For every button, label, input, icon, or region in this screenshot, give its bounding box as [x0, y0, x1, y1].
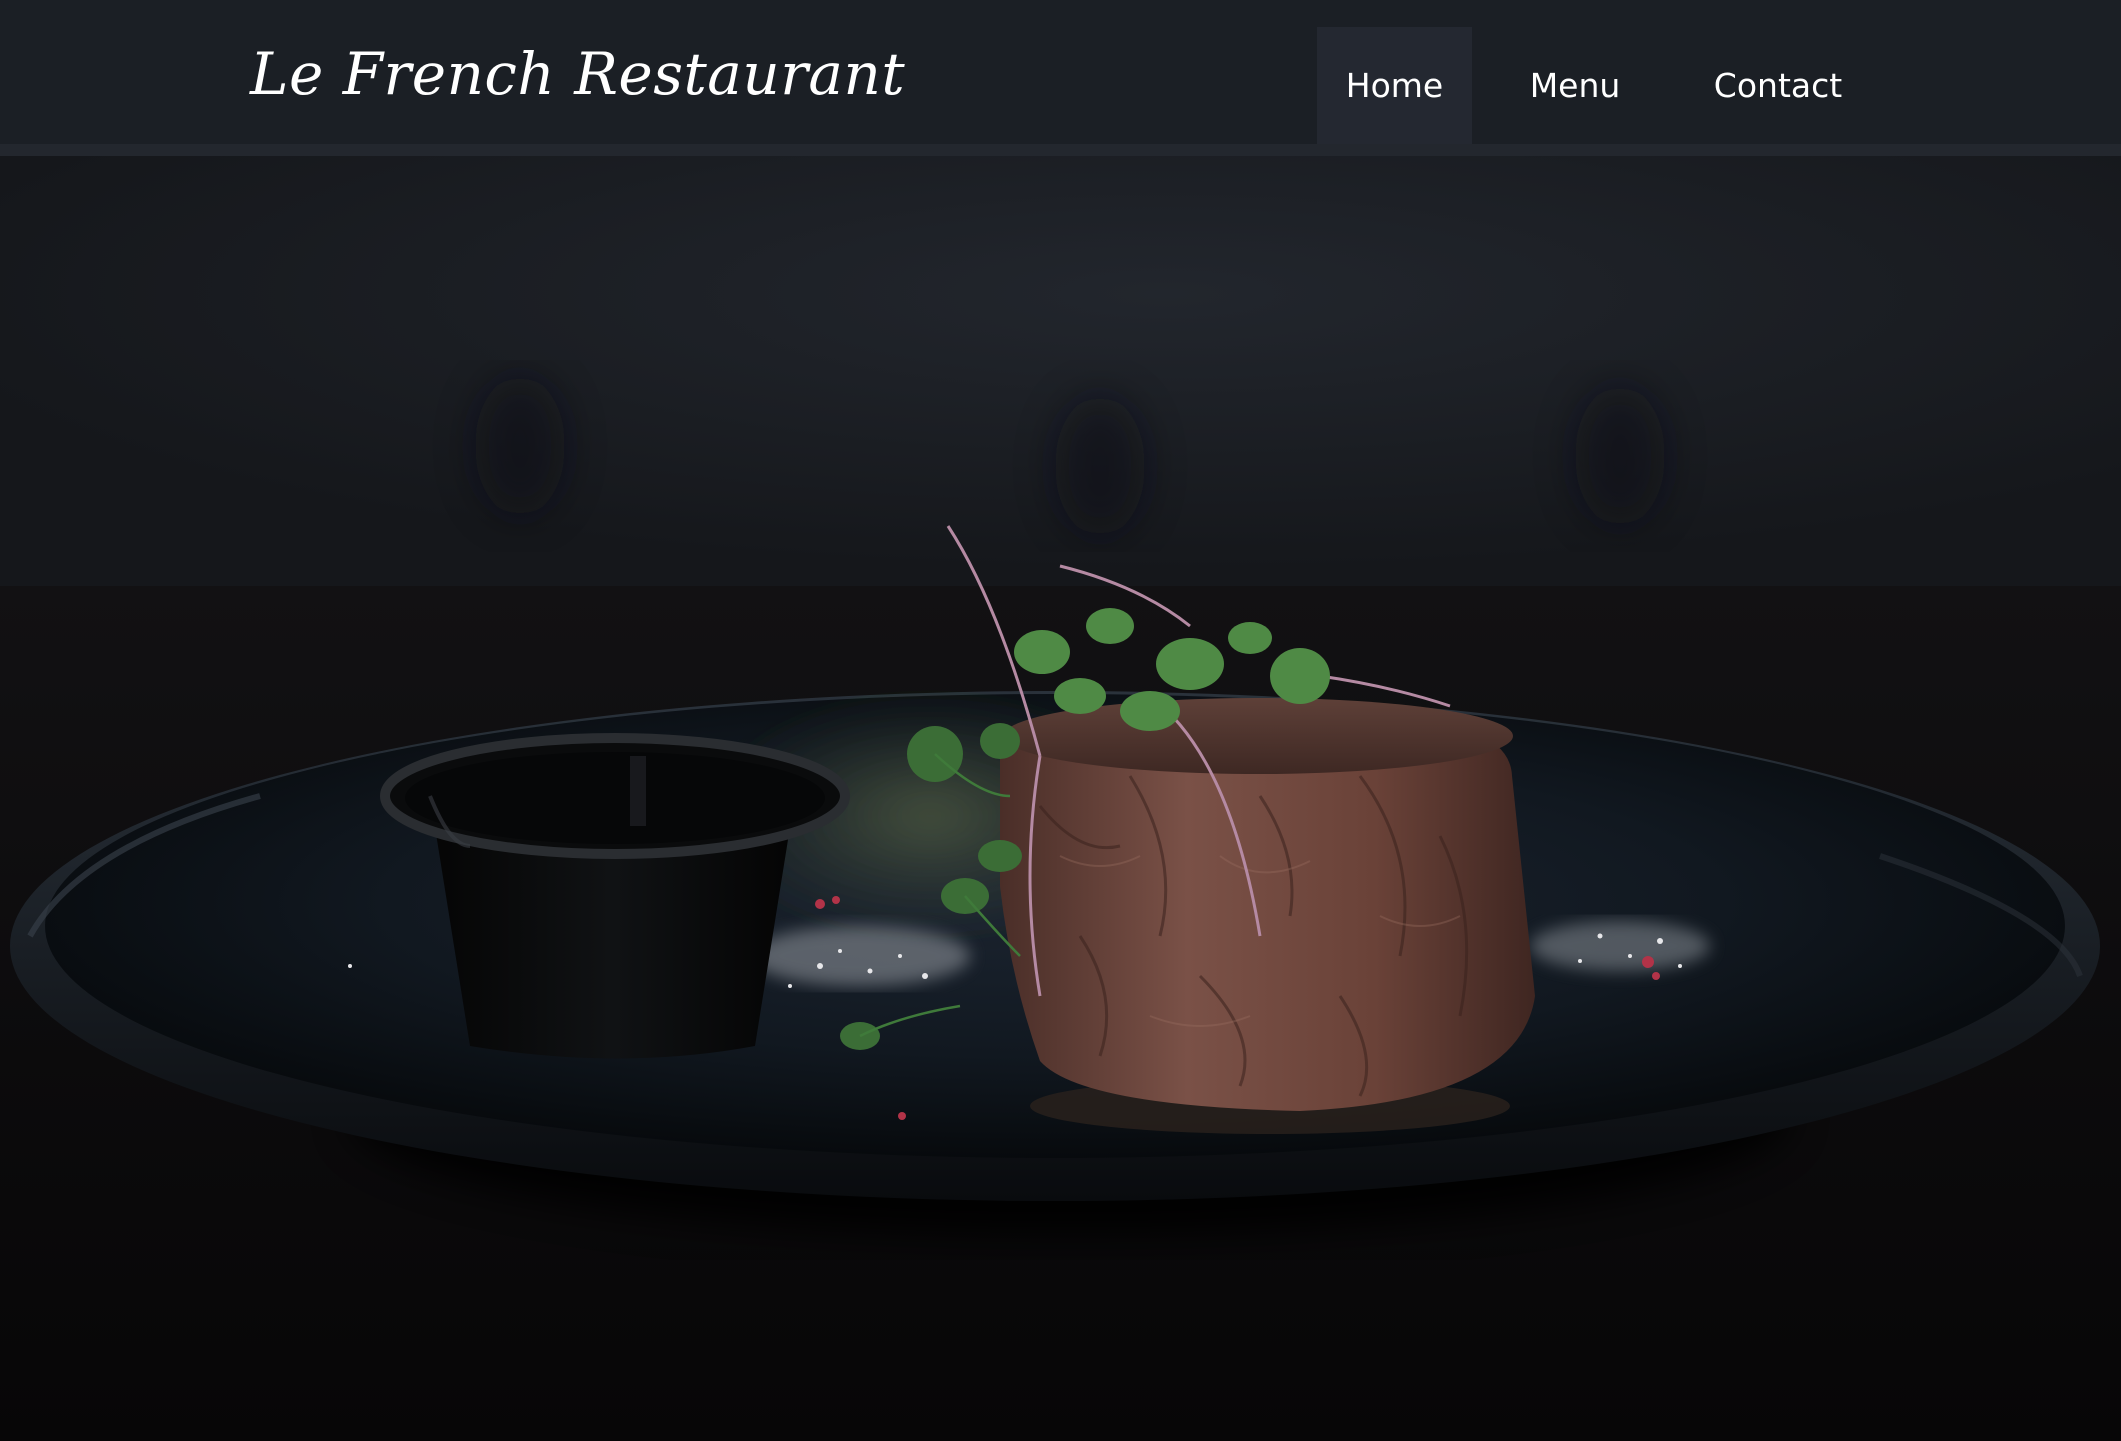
nav-item-contact[interactable]: Contact — [1678, 27, 1878, 144]
nav-item-home[interactable]: Home — [1317, 27, 1472, 144]
main-nav: Home Menu Contact — [1317, 27, 1878, 156]
nav-item-menu[interactable]: Menu — [1472, 27, 1678, 144]
brand-logo[interactable]: Le French Restaurant — [250, 28, 905, 120]
hero-image — [0, 156, 2121, 1441]
navbar: Le French Restaurant Home Menu Contact — [0, 0, 2121, 156]
page: Le French Restaurant Home Menu Contact — [0, 0, 2121, 1441]
steak — [1000, 698, 1535, 1134]
hero-photo-steak — [0, 156, 2121, 1441]
